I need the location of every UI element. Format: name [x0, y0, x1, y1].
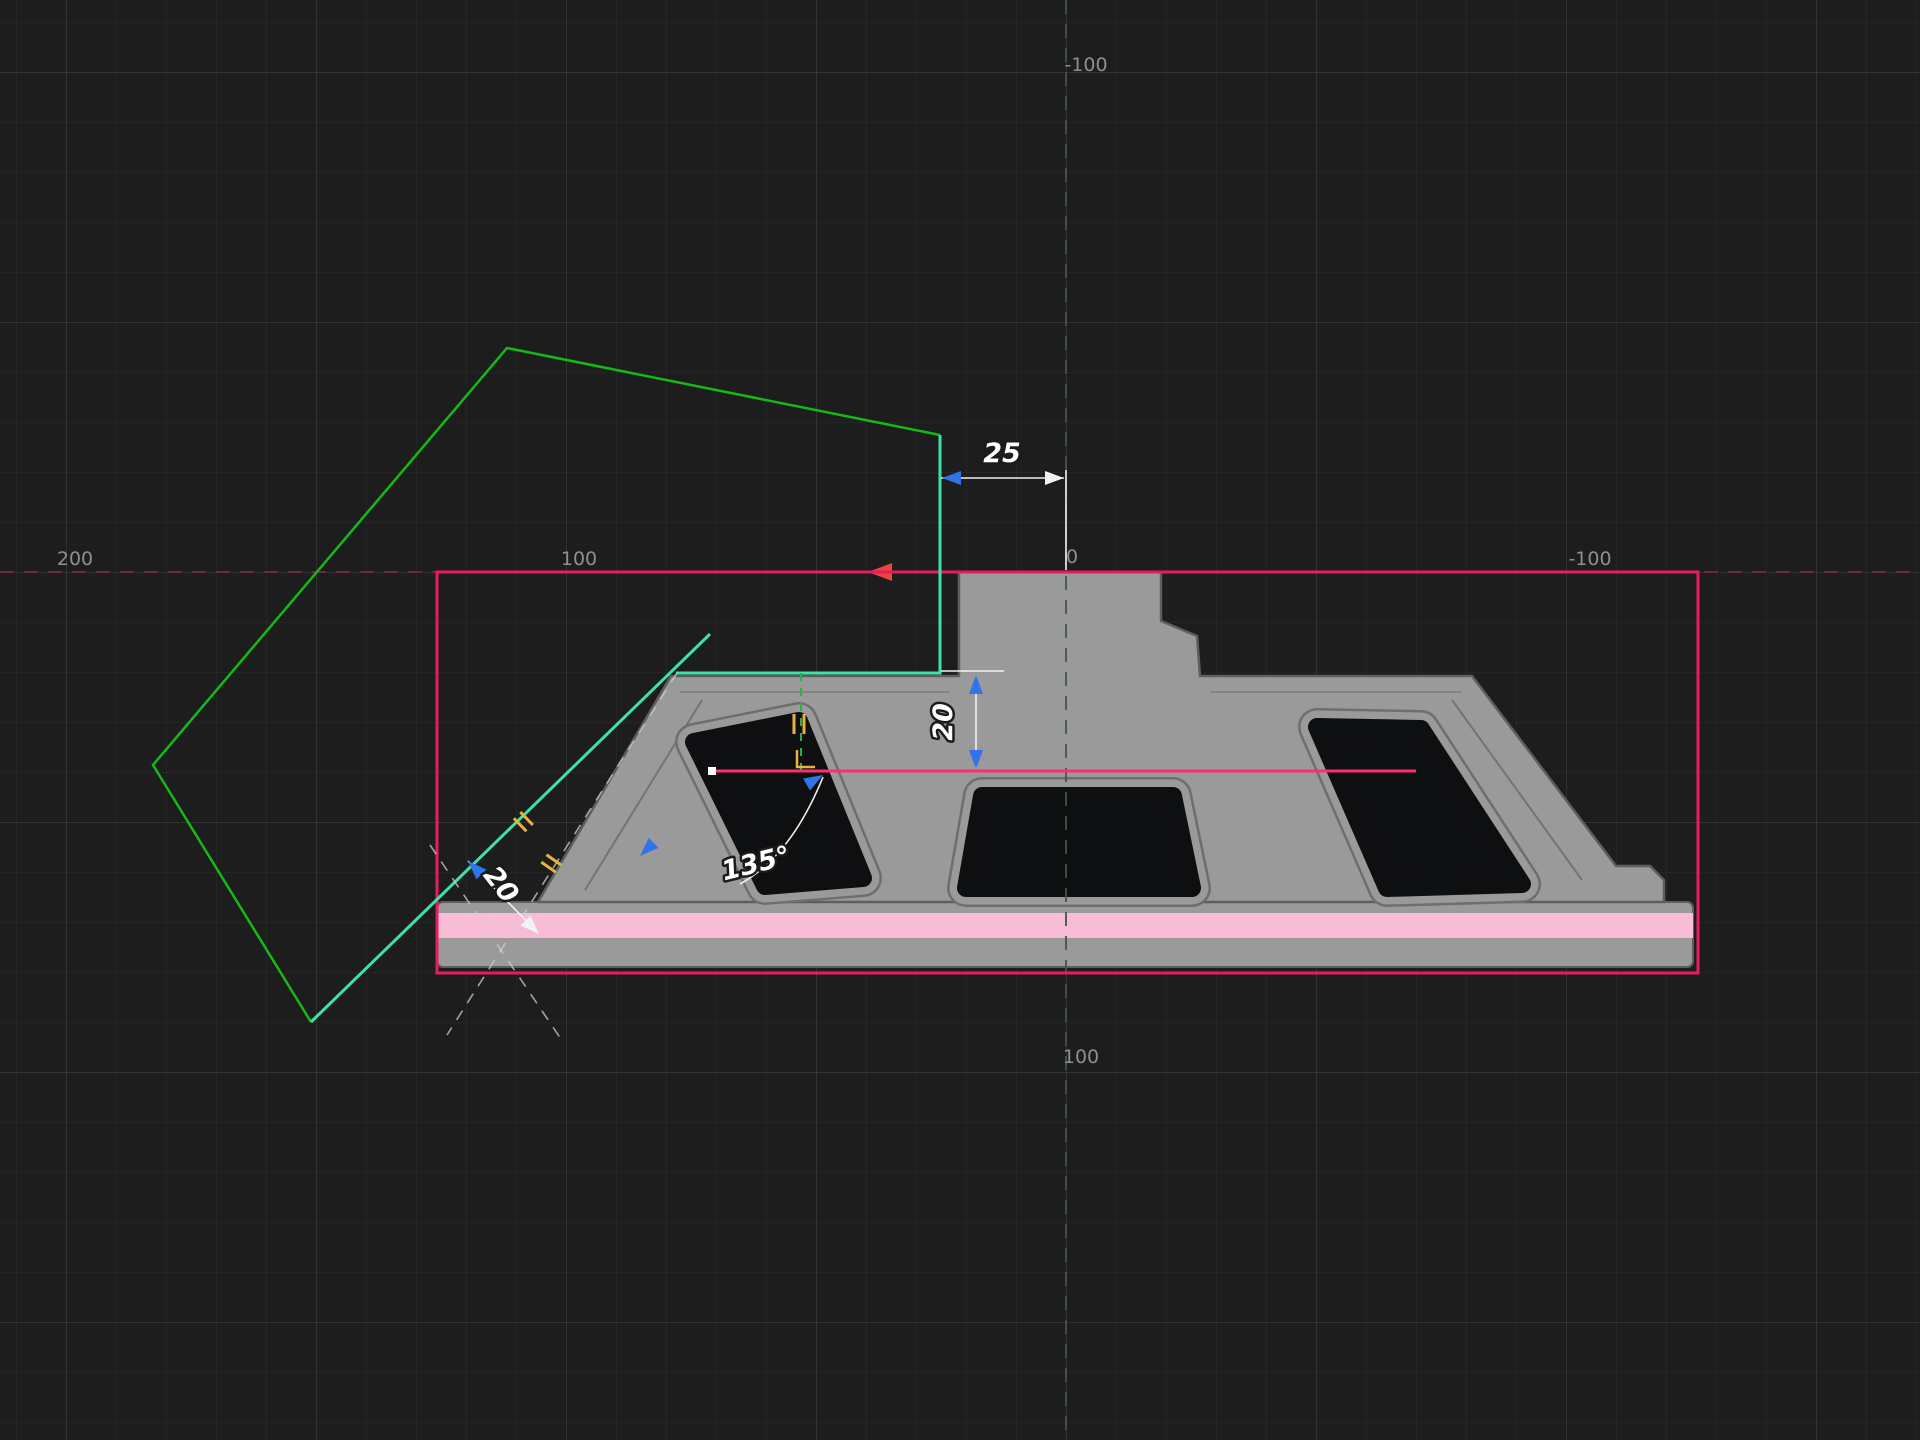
cad-sketch-viewport[interactable]: 25 20 20 135° [0, 0, 1920, 1440]
dim-arrow-blue-icon [942, 471, 961, 485]
dim-label-25[interactable]: 25 [983, 438, 1021, 469]
axis-label-100: 100 [561, 548, 597, 570]
axis-label-bottom: 100 [1063, 1046, 1099, 1068]
sketch-canvas[interactable]: 25 20 20 135° [0, 0, 1920, 1440]
axis-label-top: -100 [1064, 54, 1107, 76]
sketch-polyline-teal[interactable] [676, 435, 940, 673]
equal-constraint-icon[interactable] [514, 812, 533, 831]
endpoint-marker[interactable] [708, 767, 716, 775]
axis-label-200: 200 [57, 548, 93, 570]
cutout-middle[interactable] [966, 796, 1192, 888]
dimension-25[interactable]: 25 [941, 438, 1066, 570]
axis-label-origin: 0 [1066, 546, 1078, 568]
axis-label-neg100: -100 [1568, 548, 1611, 570]
dim-label-20-vertical[interactable]: 20 [928, 703, 959, 741]
dim-arrow-white-icon [1045, 471, 1064, 485]
